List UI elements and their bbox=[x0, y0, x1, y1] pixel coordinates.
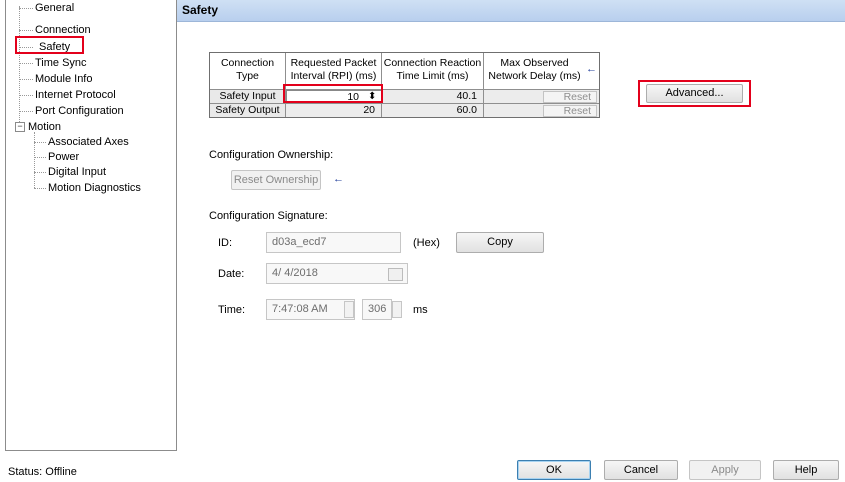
rpi-value-safety-output: 20 bbox=[286, 104, 382, 117]
table-row: Safety Input 10 ⬍ 40.1 Reset bbox=[210, 89, 599, 104]
table-row: Safety Output 20 60.0 Reset bbox=[210, 103, 599, 118]
reaction-time-safety-output: 60.0 bbox=[382, 104, 484, 117]
tree-item-connection[interactable]: Connection bbox=[35, 24, 91, 36]
signature-date-field[interactable]: 4/ 4/2018 bbox=[266, 263, 408, 284]
tree-connector bbox=[19, 63, 33, 64]
page-title: Safety bbox=[182, 3, 219, 17]
tree-item-motion-diagnostics[interactable]: Motion Diagnostics bbox=[48, 182, 141, 194]
tree-connector bbox=[34, 142, 46, 143]
column-header-network-delay: Max Observed Network Delay (ms) bbox=[488, 57, 581, 82]
apply-button[interactable]: Apply bbox=[689, 460, 761, 480]
reset-ownership-button[interactable]: Reset Ownership bbox=[231, 170, 321, 190]
signature-ms-field[interactable]: 306 bbox=[362, 299, 392, 320]
column-header-connection-type: Connection Type bbox=[210, 53, 286, 89]
date-value: 4/ 4/2018 bbox=[272, 267, 318, 279]
ok-button[interactable]: OK bbox=[517, 460, 591, 480]
reaction-time-safety-input: 40.1 bbox=[382, 90, 484, 103]
category-tree[interactable]: General Connection Safety Time Sync Modu… bbox=[5, 0, 177, 451]
hex-label: (Hex) bbox=[413, 237, 440, 249]
reset-delay-button[interactable]: Reset bbox=[543, 105, 597, 117]
tree-item-time-sync[interactable]: Time Sync bbox=[35, 57, 87, 69]
tree-connector bbox=[19, 8, 33, 9]
copy-button[interactable]: Copy bbox=[456, 232, 544, 253]
id-label: ID: bbox=[218, 237, 233, 249]
tree-connector bbox=[19, 95, 33, 96]
help-button[interactable]: Help bbox=[773, 460, 839, 480]
tree-connector bbox=[19, 6, 20, 128]
info-arrow-icon: ← bbox=[333, 173, 344, 185]
tree-connector bbox=[34, 188, 46, 189]
time-spinner-icon[interactable] bbox=[344, 301, 354, 318]
tree-item-module-info[interactable]: Module Info bbox=[35, 73, 92, 85]
highlight-box-safety bbox=[15, 36, 84, 54]
tree-item-motion[interactable]: Motion bbox=[28, 121, 61, 133]
ms-spinner-icon[interactable] bbox=[392, 301, 402, 318]
tree-item-internet-protocol[interactable]: Internet Protocol bbox=[35, 89, 116, 101]
highlight-box-rpi bbox=[283, 84, 383, 103]
tree-connector bbox=[19, 30, 33, 31]
tree-connector bbox=[34, 157, 46, 158]
tree-connector bbox=[34, 132, 35, 188]
tree-connector bbox=[19, 79, 33, 80]
time-label: Time: bbox=[218, 304, 246, 316]
signature-id-field[interactable]: d03a_ecd7 bbox=[266, 232, 401, 253]
tree-connector bbox=[34, 172, 46, 173]
status-text: Status: Offline bbox=[8, 466, 77, 478]
row-type-safety-input: Safety Input bbox=[210, 90, 286, 103]
tree-item-digital-input[interactable]: Digital Input bbox=[48, 166, 106, 178]
signature-label: Configuration Signature: bbox=[209, 210, 328, 222]
highlight-box-advanced bbox=[638, 80, 751, 107]
collapse-icon[interactable]: − bbox=[15, 122, 25, 132]
column-header-reaction-time: Connection Reaction Time Limit (ms) bbox=[382, 53, 484, 89]
tree-item-general[interactable]: General bbox=[35, 2, 74, 14]
calendar-icon[interactable] bbox=[388, 268, 403, 281]
tree-connector bbox=[19, 111, 33, 112]
ms-label: ms bbox=[413, 304, 428, 316]
row-type-safety-output: Safety Output bbox=[210, 104, 286, 117]
info-arrow-icon: ← bbox=[586, 63, 597, 75]
reset-delay-button[interactable]: Reset bbox=[543, 91, 597, 103]
tree-item-associated-axes[interactable]: Associated Axes bbox=[48, 136, 129, 148]
tree-item-power[interactable]: Power bbox=[48, 151, 79, 163]
ownership-label: Configuration Ownership: bbox=[209, 149, 334, 161]
date-label: Date: bbox=[218, 268, 245, 280]
connection-table: Connection Type Requested Packet Interva… bbox=[209, 52, 600, 118]
page-header: Safety bbox=[177, 0, 845, 22]
cancel-button[interactable]: Cancel bbox=[604, 460, 678, 480]
signature-time-field[interactable]: 7:47:08 AM bbox=[266, 299, 355, 320]
tree-item-port-configuration[interactable]: Port Configuration bbox=[35, 105, 124, 117]
